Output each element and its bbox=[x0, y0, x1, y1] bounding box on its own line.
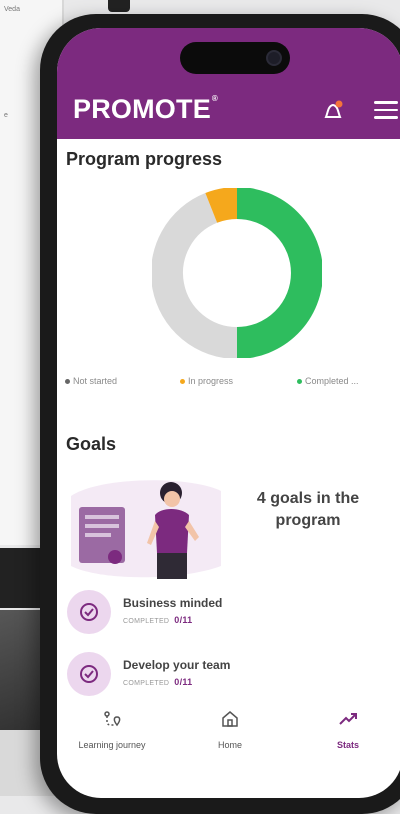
legend-item-not-started: Not started bbox=[65, 376, 117, 386]
goal-status: COMPLETED 0/11 bbox=[123, 677, 193, 687]
goal-item[interactable]: Develop your team COMPLETED 0/11 bbox=[67, 652, 397, 698]
goals-illustration bbox=[71, 480, 221, 579]
goal-badge-icon bbox=[67, 652, 111, 696]
goal-status-label: COMPLETED bbox=[123, 618, 170, 625]
brand-logo-mark: ® bbox=[211, 94, 219, 103]
nav-stats[interactable]: Stats bbox=[293, 708, 400, 753]
goals-title: Goals bbox=[66, 434, 117, 454]
goal-badge-icon bbox=[67, 590, 111, 634]
goal-status-value: 0/11 bbox=[174, 615, 193, 625]
route-map-icon bbox=[104, 711, 121, 727]
phone-screen: PROMOTE® Program progress Not started In… bbox=[57, 28, 400, 798]
goal-item[interactable]: Business minded COMPLETED 0/11 bbox=[67, 590, 397, 636]
goal-name: Develop your team bbox=[123, 658, 231, 672]
home-icon bbox=[222, 711, 238, 727]
progress-donut-chart bbox=[152, 188, 322, 358]
legend-dot bbox=[297, 379, 302, 385]
goal-status-value: 0/11 bbox=[174, 677, 193, 687]
legend-label: Completed ... bbox=[305, 376, 359, 386]
background-clip bbox=[108, 0, 130, 12]
goals-count: 4 goals in the program bbox=[256, 490, 360, 529]
goal-status: COMPLETED 0/11 bbox=[123, 615, 193, 625]
nav-label: Learning journey bbox=[78, 740, 146, 750]
legend-dot bbox=[65, 379, 70, 385]
trending-up-icon bbox=[339, 713, 357, 725]
brand-logo-text: PROMOTE bbox=[73, 94, 211, 124]
donut-slice-not-started bbox=[152, 193, 238, 358]
legend-label: In progress bbox=[188, 376, 234, 386]
donut-slice-in-progress bbox=[205, 188, 238, 224]
legend-label: Not started bbox=[73, 376, 118, 386]
background-text: Veda bbox=[4, 6, 20, 13]
goal-name: Business minded bbox=[123, 596, 223, 610]
nav-learning-journey[interactable]: Learning journey bbox=[57, 708, 167, 753]
nav-home[interactable]: Home bbox=[175, 708, 285, 753]
background-text: e bbox=[4, 112, 8, 119]
goal-status-label: COMPLETED bbox=[123, 680, 170, 687]
donut-slice-completed bbox=[236, 188, 322, 358]
nav-label: Stats bbox=[336, 740, 359, 750]
camera bbox=[266, 50, 282, 66]
progress-title: Program progress bbox=[66, 149, 223, 169]
notification-icon[interactable] bbox=[322, 99, 344, 121]
phone-frame: PROMOTE® Program progress Not started In… bbox=[40, 14, 400, 814]
legend-item-completed: Completed ... bbox=[297, 376, 359, 386]
bottom-navigation: Learning journey Home Stats bbox=[57, 708, 400, 768]
nav-label: Home bbox=[217, 740, 242, 750]
dynamic-island bbox=[180, 42, 290, 74]
legend-item-in-progress: In progress bbox=[180, 376, 233, 386]
brand-logo: PROMOTE® bbox=[73, 94, 218, 125]
hamburger-menu-icon[interactable] bbox=[374, 101, 398, 119]
legend-dot bbox=[180, 379, 185, 385]
